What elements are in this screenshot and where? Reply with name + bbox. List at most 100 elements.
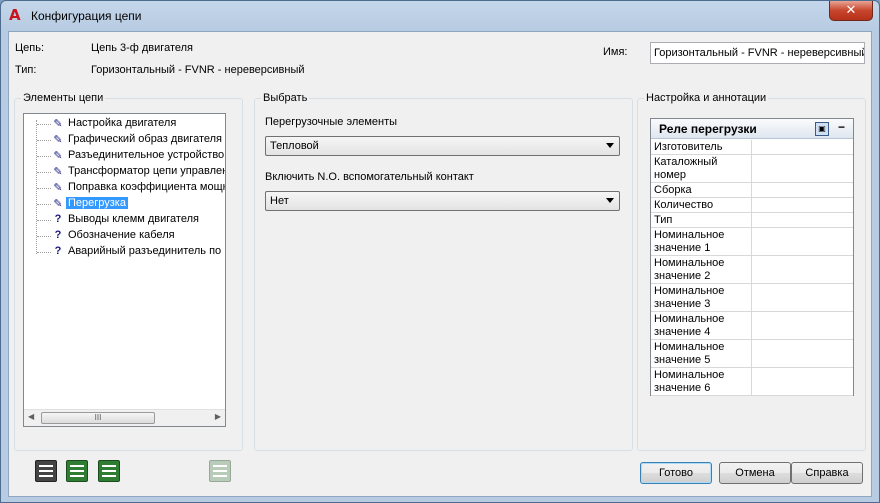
ok-button[interactable]: Готово <box>640 462 712 484</box>
close-button[interactable]: ✕ <box>829 1 873 21</box>
property-name: Каталожный номер <box>651 155 752 182</box>
tree-connector <box>37 172 51 173</box>
select-group: Выбрать Перегрузочные элементы Тепловой … <box>254 92 633 451</box>
pencil-icon: ✎ <box>53 166 63 178</box>
tree-item-label: Настройка двигателя <box>68 117 177 129</box>
settings-annotations-title: Настройка и аннотации <box>644 92 769 104</box>
property-row[interactable]: Каталожный номер <box>651 155 853 183</box>
circuit-elements-tree[interactable]: ✎ Настройка двигателя ✎ Графический образ д… <box>23 113 226 427</box>
horizontal-scrollbar[interactable]: ◀ III ▶ <box>24 409 225 426</box>
tree-connector <box>37 236 51 237</box>
overload-relay-properties: Реле перегрузки ▣ − Изготовитель Каталожн… <box>650 118 854 396</box>
circuit-save-icon <box>66 460 88 482</box>
circuit-label: Цепь: <box>15 42 44 54</box>
overload-elements-label: Перегрузочные элементы <box>265 116 398 128</box>
chevron-down-icon <box>606 198 614 203</box>
tree-item-label: Перегрузка <box>66 197 128 209</box>
property-value[interactable] <box>753 198 853 212</box>
tree-connector <box>37 252 51 253</box>
tree-connector <box>37 140 51 141</box>
circuit-value: Цепь 3-ф двигателя <box>91 42 193 54</box>
property-name: Количество <box>651 198 752 212</box>
tree-connector <box>37 204 51 205</box>
properties-pick-icon[interactable]: ▣ <box>815 122 829 136</box>
dialog-client-area: Цепь: Цепь 3-ф двигателя Тип: Горизонтал… <box>8 31 872 497</box>
property-name: Номинальное значение 2 <box>651 256 752 283</box>
tree-connector <box>37 124 51 125</box>
property-row[interactable]: Номинальное значение 2 <box>651 256 853 284</box>
no-contact-label: Включить N.O. вспомогательный контакт <box>265 171 474 183</box>
property-name: Изготовитель <box>651 140 752 154</box>
property-value[interactable] <box>753 213 853 227</box>
question-icon: ? <box>54 229 62 241</box>
property-value[interactable] <box>753 183 853 197</box>
refresh-circuit-button[interactable] <box>207 458 233 484</box>
property-value[interactable] <box>753 256 853 283</box>
property-value[interactable] <box>753 340 853 367</box>
dialog-window: A Конфигурация цепи ✕ Цепь: Цепь 3-ф дви… <box>0 0 880 503</box>
property-name: Номинальное значение 5 <box>651 340 752 367</box>
insert-circuit-button[interactable] <box>33 458 59 484</box>
property-value[interactable] <box>753 228 853 255</box>
properties-title: Реле перегрузки <box>659 122 757 136</box>
property-value[interactable] <box>753 312 853 339</box>
tree-item-label: Аварийный разъединитель по <box>68 245 222 257</box>
tree-connector <box>37 156 51 157</box>
tree-item-label: Обозначение кабеля <box>68 229 175 241</box>
property-row[interactable]: Номинальное значение 1 <box>651 228 853 256</box>
tree-connector <box>37 220 51 221</box>
name-label: Имя: <box>603 46 628 58</box>
name-input[interactable]: Горизонтальный - FVNR - нереверсивный <box>650 42 865 64</box>
property-name: Номинальное значение 4 <box>651 312 752 339</box>
property-row[interactable]: Тип <box>651 213 853 228</box>
title-bar[interactable]: A Конфигурация цепи ✕ <box>1 1 879 31</box>
scroll-left-icon[interactable]: ◀ <box>28 412 34 421</box>
property-value[interactable] <box>753 155 853 182</box>
select-group-title: Выбрать <box>261 92 310 104</box>
property-value[interactable] <box>753 140 853 154</box>
property-row[interactable]: Номинальное значение 5 <box>651 340 853 368</box>
property-value[interactable] <box>753 284 853 311</box>
tree-item-label: Разъединительное устройство <box>68 149 225 161</box>
load-circuit-button[interactable] <box>96 458 122 484</box>
pencil-icon: ✎ <box>53 182 63 194</box>
property-row[interactable]: Номинальное значение 3 <box>651 284 853 312</box>
property-row[interactable]: Изготовитель <box>651 140 853 155</box>
cancel-button[interactable]: Отмена <box>719 462 791 484</box>
overload-elements-value: Тепловой <box>270 140 319 152</box>
property-name: Номинальное значение 6 <box>651 368 752 395</box>
settings-annotations-group: Настройка и аннотации Реле перегрузки ▣ … <box>637 92 866 451</box>
scroll-right-icon[interactable]: ▶ <box>215 412 221 421</box>
property-row[interactable]: Номинальное значение 4 <box>651 312 853 340</box>
tree-connector <box>37 188 51 189</box>
question-icon: ? <box>54 245 62 257</box>
tree-item-label: Графический образ двигателя <box>68 133 222 145</box>
property-name: Тип <box>651 213 752 227</box>
save-circuit-button[interactable] <box>64 458 90 484</box>
pencil-icon: ✎ <box>53 118 63 130</box>
property-name: Номинальное значение 3 <box>651 284 752 311</box>
property-value[interactable] <box>753 368 853 395</box>
pencil-icon: ✎ <box>53 198 63 210</box>
help-button[interactable]: Справка <box>791 462 863 484</box>
tree-item-label: Поправка коэффициента мощности <box>68 181 226 193</box>
tree-item-label: Трансформатор цепи управления <box>68 165 226 177</box>
no-contact-value: Нет <box>270 195 289 207</box>
scroll-thumb[interactable]: III <box>41 412 155 424</box>
chevron-down-icon <box>606 143 614 148</box>
circuit-load-icon <box>98 460 120 482</box>
circuit-elements-group: Элементы цепи ✎ Настройка двигателя ✎ Графи… <box>14 92 243 451</box>
window-title: Конфигурация цепи <box>31 9 142 23</box>
property-name: Номинальное значение 1 <box>651 228 752 255</box>
property-row[interactable]: Сборка <box>651 183 853 198</box>
no-contact-dropdown[interactable]: Нет <box>265 191 620 211</box>
circuit-list-icon <box>35 460 57 482</box>
type-label: Тип: <box>15 64 37 76</box>
autocad-logo-icon: A <box>9 6 21 24</box>
property-row[interactable]: Номинальное значение 6 <box>651 368 853 396</box>
overload-elements-dropdown[interactable]: Тепловой <box>265 136 620 156</box>
property-row[interactable]: Количество <box>651 198 853 213</box>
properties-header: Реле перегрузки ▣ − <box>651 119 853 139</box>
collapse-icon[interactable]: − <box>838 120 845 134</box>
pencil-icon: ✎ <box>53 134 63 146</box>
